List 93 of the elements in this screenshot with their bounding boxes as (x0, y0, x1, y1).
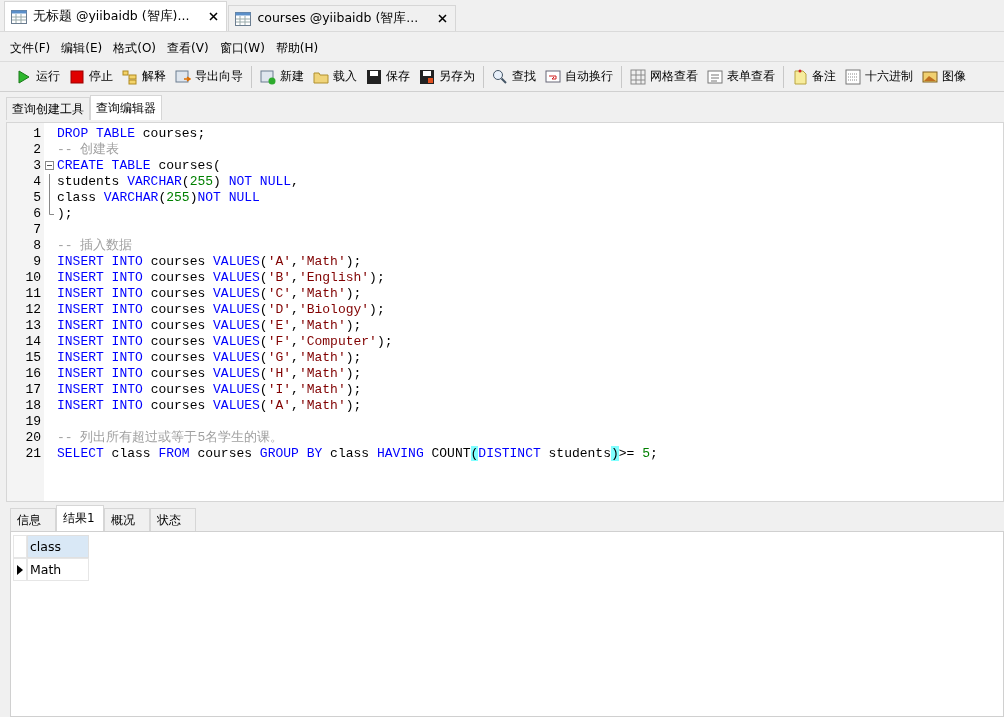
line-number: 19 (24, 414, 42, 430)
line-number: 21 (24, 446, 42, 462)
code-line: INSERT INTO courses VALUES('E','Math'); (56, 318, 362, 334)
column-header[interactable]: class (27, 535, 89, 558)
line-number: 12 (24, 302, 42, 318)
code-line: class VARCHAR(255)NOT NULL (56, 190, 260, 206)
document-tab[interactable]: 无标题 @yiibaidb (智库)... (4, 1, 228, 31)
toolbar-button[interactable]: 另存为 (417, 68, 477, 85)
close-icon[interactable] (209, 12, 219, 21)
fold-toggle-icon[interactable] (45, 161, 54, 170)
toolbar-button[interactable]: 导出向导 (173, 68, 245, 85)
save-icon (366, 68, 382, 85)
line-number: 8 (32, 238, 42, 254)
grid-icon (630, 68, 646, 85)
code-line: ); (56, 206, 73, 222)
row-indicator[interactable] (13, 558, 27, 581)
line-number: 15 (24, 350, 42, 366)
explain-icon (122, 68, 138, 85)
toolbar-button[interactable]: 自动换行 (543, 68, 615, 85)
document-tab[interactable]: courses @yiibaidb (智库... (228, 5, 457, 31)
toolbar-button[interactable]: 备注 (790, 68, 838, 85)
menu-item[interactable]: 帮助(H) (275, 39, 319, 57)
image-icon (922, 68, 938, 85)
code-line: -- 创建表 (56, 142, 120, 158)
menu-item[interactable]: 格式(O) (113, 39, 157, 57)
line-number: 13 (24, 318, 42, 334)
code-line: SELECT class FROM courses GROUP BY class HAVING COUNT(DISTINCT students)>= 5; (56, 446, 658, 462)
line-number: 2 (32, 142, 42, 158)
menu-item[interactable]: 查看(V) (167, 39, 209, 57)
line-number: 4 (32, 174, 42, 190)
toolbar-button[interactable]: 查找 (490, 68, 538, 85)
line-number: 17 (24, 382, 42, 398)
line-number: 14 (24, 334, 42, 350)
toolbar-button[interactable]: 解释 (120, 68, 168, 85)
result-tab[interactable]: 状态 (149, 508, 196, 531)
code-line: INSERT INTO courses VALUES('C','Math'); (56, 286, 362, 302)
code-line: INSERT INTO courses VALUES('A','Math'); (56, 398, 362, 414)
code-line: INSERT INTO courses VALUES('G','Math'); (56, 350, 362, 366)
line-number: 3 (32, 158, 42, 174)
menu-item[interactable]: 窗口(W) (219, 39, 265, 57)
code-line: INSERT INTO courses VALUES('B','English'); (56, 270, 385, 286)
toolbar-button[interactable]: 运行 (14, 68, 62, 85)
line-number: 5 (32, 190, 42, 206)
line-number: 16 (24, 366, 42, 382)
line-number: 10 (24, 270, 42, 286)
toolbar-button[interactable]: 图像 (920, 68, 968, 85)
code-line: INSERT INTO courses VALUES('F','Computer'); (56, 334, 393, 350)
line-number: 1 (32, 126, 42, 142)
code-line: INSERT INTO courses VALUES('I','Math'); (56, 382, 362, 398)
stop-icon (69, 68, 85, 85)
table-icon (11, 9, 27, 24)
line-number: 6 (32, 206, 42, 222)
code-line: students VARCHAR(255) NOT NULL, (56, 174, 299, 190)
line-number: 20 (24, 430, 42, 446)
code-line: DROP TABLE courses; (56, 126, 206, 142)
menu-item[interactable]: 文件(F) (10, 39, 51, 57)
toolbar-button[interactable]: 保存 (364, 68, 412, 85)
wrap-icon (545, 68, 561, 85)
form-icon (707, 68, 723, 85)
save-as-icon (419, 68, 435, 85)
result-tab[interactable]: 概况 (103, 508, 150, 531)
result-tab[interactable]: 结果1 (56, 505, 104, 531)
toolbar-button[interactable]: 表单查看 (705, 68, 777, 85)
code-line: CREATE TABLE courses( (56, 158, 221, 174)
note-icon (792, 68, 808, 85)
editor-tab[interactable]: 查询创建工具 (6, 97, 90, 120)
toolbar-button[interactable]: 十六进制 (843, 68, 915, 85)
play-icon (16, 68, 32, 85)
code-line: INSERT INTO courses VALUES('A','Math'); (56, 254, 362, 270)
new-table-icon (260, 68, 276, 85)
table-icon (235, 11, 252, 26)
menu-item[interactable]: 编辑(E) (61, 39, 103, 57)
code-line: -- 列出所有超过或等于5名学生的课。 (56, 430, 284, 446)
grid-corner (13, 535, 27, 558)
code-line: INSERT INTO courses VALUES('H','Math'); (56, 366, 362, 382)
hex-icon (845, 68, 861, 85)
search-icon (492, 68, 508, 85)
toolbar-button[interactable]: 新建 (258, 68, 306, 85)
current-row-icon (17, 564, 23, 575)
line-number: 9 (32, 254, 42, 270)
toolbar-button[interactable]: 载入 (311, 68, 359, 85)
table-cell: Math (27, 558, 89, 581)
code-line: INSERT INTO courses VALUES('D','Biology'); (56, 302, 385, 318)
toolbar-button[interactable]: 网格查看 (628, 68, 700, 85)
line-number: 11 (24, 286, 42, 302)
code-line: -- 插入数据 (56, 238, 133, 254)
close-icon[interactable] (438, 14, 448, 23)
result-tab[interactable]: 信息 (10, 508, 56, 531)
line-number: 7 (32, 222, 42, 238)
line-number: 18 (24, 398, 42, 414)
editor-tab[interactable]: 查询编辑器 (90, 95, 162, 120)
export-icon (175, 68, 191, 85)
toolbar-button[interactable]: 停止 (67, 68, 115, 85)
